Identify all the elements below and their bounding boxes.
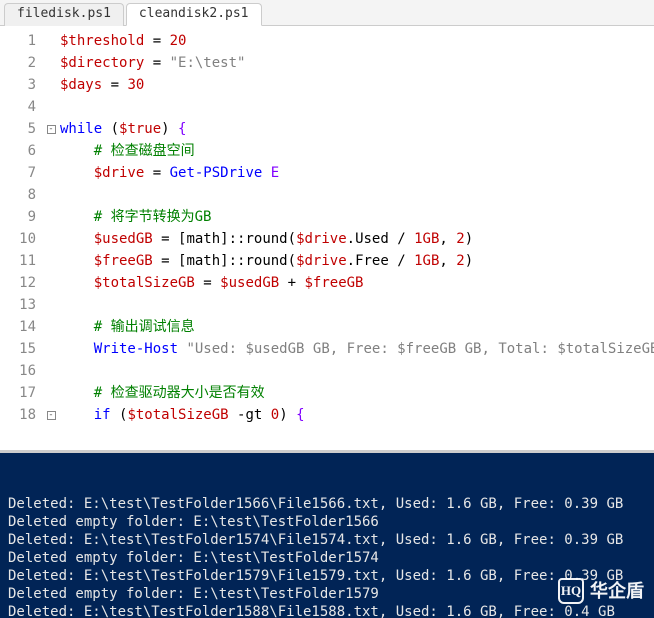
console-line: Deleted: E:\test\TestFolder1579\File1579… <box>8 567 646 585</box>
code-line[interactable] <box>60 96 654 118</box>
console-line: Deleted: E:\test\TestFolder1566\File1566… <box>8 495 646 513</box>
line-number: 7 <box>0 162 36 184</box>
fold-marker <box>44 228 58 250</box>
line-number: 15 <box>0 338 36 360</box>
code-line[interactable] <box>60 360 654 382</box>
fold-marker <box>44 360 58 382</box>
fold-marker[interactable]: - <box>44 404 58 426</box>
fold-marker <box>44 52 58 74</box>
console-line: Deleted: E:\test\TestFolder1588\File1588… <box>8 603 646 618</box>
line-number: 12 <box>0 272 36 294</box>
code-line[interactable]: Write-Host "Used: $usedGB GB, Free: $fre… <box>60 338 654 360</box>
code-line[interactable]: $usedGB = [math]::round($drive.Used / 1G… <box>60 228 654 250</box>
code-line[interactable]: # 输出调试信息 <box>60 316 654 338</box>
code-line[interactable]: # 检查驱动器大小是否有效 <box>60 382 654 404</box>
line-number: 13 <box>0 294 36 316</box>
line-number: 11 <box>0 250 36 272</box>
code-line[interactable]: $directory = "E:\test" <box>60 52 654 74</box>
line-number: 3 <box>0 74 36 96</box>
line-number: 5 <box>0 118 36 140</box>
fold-marker <box>44 316 58 338</box>
fold-marker <box>44 140 58 162</box>
code-editor[interactable]: 123456789101112131415161718 -- $threshol… <box>0 26 654 450</box>
console-line: Deleted empty folder: E:\test\TestFolder… <box>8 513 646 531</box>
fold-marker <box>44 272 58 294</box>
line-number: 10 <box>0 228 36 250</box>
code-line[interactable]: $drive = Get-PSDrive E <box>60 162 654 184</box>
line-number: 4 <box>0 96 36 118</box>
console-line: Deleted: E:\test\TestFolder1574\File1574… <box>8 531 646 549</box>
fold-marker[interactable]: - <box>44 118 58 140</box>
fold-marker <box>44 74 58 96</box>
fold-marker <box>44 184 58 206</box>
tab-bar: filedisk.ps1 cleandisk2.ps1 <box>0 0 654 26</box>
code-line[interactable]: # 将字节转换为GB <box>60 206 654 228</box>
code-line[interactable]: $days = 30 <box>60 74 654 96</box>
console-line: Deleted empty folder: E:\test\TestFolder… <box>8 549 646 567</box>
watermark: HQ 华企盾 <box>558 578 644 604</box>
fold-marker <box>44 338 58 360</box>
code-area[interactable]: $threshold = 20$directory = "E:\test"$da… <box>58 26 654 450</box>
code-line[interactable] <box>60 294 654 316</box>
tab-cleandisk2[interactable]: cleandisk2.ps1 <box>126 3 262 26</box>
fold-marker <box>44 250 58 272</box>
console-line: Deleted empty folder: E:\test\TestFolder… <box>8 585 646 603</box>
line-number: 9 <box>0 206 36 228</box>
shield-icon: HQ <box>558 578 584 604</box>
fold-marker <box>44 30 58 52</box>
line-number: 2 <box>0 52 36 74</box>
code-line[interactable] <box>60 184 654 206</box>
fold-marker <box>44 294 58 316</box>
line-number: 17 <box>0 382 36 404</box>
code-line[interactable]: if ($totalSizeGB -gt 0) { <box>60 404 654 426</box>
fold-column: -- <box>44 26 58 450</box>
fold-marker <box>44 206 58 228</box>
line-number: 8 <box>0 184 36 206</box>
line-number: 1 <box>0 30 36 52</box>
fold-marker <box>44 162 58 184</box>
code-line[interactable]: $totalSizeGB = $usedGB + $freeGB <box>60 272 654 294</box>
line-number: 16 <box>0 360 36 382</box>
fold-marker <box>44 382 58 404</box>
tab-filedisk[interactable]: filedisk.ps1 <box>4 3 124 26</box>
code-line[interactable]: $freeGB = [math]::round($drive.Free / 1G… <box>60 250 654 272</box>
line-number: 18 <box>0 404 36 426</box>
code-line[interactable]: # 检查磁盘空间 <box>60 140 654 162</box>
code-line[interactable]: while ($true) { <box>60 118 654 140</box>
code-line[interactable]: $threshold = 20 <box>60 30 654 52</box>
line-number: 14 <box>0 316 36 338</box>
fold-marker <box>44 96 58 118</box>
line-number-gutter: 123456789101112131415161718 <box>0 26 44 450</box>
watermark-text: 华企盾 <box>590 582 644 600</box>
line-number: 6 <box>0 140 36 162</box>
output-console[interactable]: Deleted: E:\test\TestFolder1566\File1566… <box>0 450 654 618</box>
